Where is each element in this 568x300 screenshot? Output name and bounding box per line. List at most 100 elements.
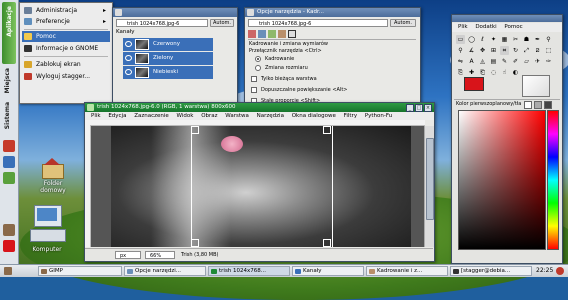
crop-tab-icon[interactable] [288, 30, 296, 38]
menu-edit[interactable]: Edycja [108, 112, 126, 120]
menu-filters[interactable]: Filtry [344, 112, 358, 120]
blur-icon[interactable]: ◌ [489, 68, 498, 77]
tab-icon[interactable] [248, 30, 256, 38]
places-label-wrap[interactable]: Miejsca [4, 68, 11, 93]
color-mode-icon[interactable] [544, 101, 552, 109]
image-selector[interactable]: trish 1024x768.jpg-6 [116, 19, 208, 27]
eraser-icon[interactable]: ▱ [522, 57, 531, 66]
crop-icon[interactable]: ⌗ [500, 46, 509, 55]
resize-mode-radio[interactable] [255, 65, 261, 71]
align-icon[interactable]: ⊞ [489, 46, 498, 55]
menu-image[interactable]: Obraz [201, 112, 217, 120]
menu-item-about-gnome[interactable]: Informacje o GNOME [22, 43, 110, 54]
task-terminal[interactable]: [stagger@debia... [450, 266, 532, 276]
rotate-icon[interactable]: ↻ [511, 46, 520, 55]
smudge-icon[interactable]: ☝ [500, 68, 509, 77]
crop-handle[interactable] [323, 126, 331, 134]
zoom-selector[interactable]: 66% [145, 251, 175, 259]
color-select-icon[interactable]: ▦ [500, 35, 509, 44]
auto-button[interactable]: Autom. [210, 19, 234, 27]
airbrush-icon[interactable]: ✈ [533, 57, 542, 66]
channel-row-red[interactable]: Czerwony [123, 38, 213, 51]
measure-icon[interactable]: ∡ [467, 46, 476, 55]
crop-rectangle[interactable] [191, 126, 333, 247]
current-layer-checkbox[interactable] [251, 76, 257, 82]
trash-icon[interactable] [556, 267, 564, 275]
menu-file[interactable]: Plik [458, 23, 468, 31]
ink-icon[interactable]: ✑ [544, 57, 553, 66]
text-icon[interactable]: A [467, 57, 476, 66]
clock[interactable]: 22:25 [536, 267, 553, 274]
clone-icon[interactable]: ⎘ [456, 68, 465, 77]
crop-handle[interactable] [191, 239, 199, 247]
color-picker-icon[interactable]: ⚲ [544, 35, 553, 44]
system-label-wrap[interactable]: Sistema [4, 102, 11, 129]
ellipse-select-icon[interactable]: ◯ [467, 35, 476, 44]
menu-help[interactable]: Pomoc [504, 23, 522, 31]
mail-launcher-icon[interactable] [3, 156, 15, 168]
menu-file[interactable]: Plik [91, 112, 101, 120]
show-desktop-icon[interactable] [3, 224, 15, 236]
color-mode-icon[interactable] [524, 101, 532, 109]
trash-icon[interactable] [3, 240, 15, 252]
minimize-icon[interactable]: _ [406, 104, 414, 112]
visibility-eye-icon[interactable] [125, 55, 132, 61]
channel-row-green[interactable]: Zielony [123, 52, 213, 65]
perspective-icon[interactable]: ⬚ [544, 46, 553, 55]
terminal-launcher-icon[interactable] [3, 172, 15, 184]
task-image[interactable]: trish 1024x768... [208, 266, 290, 276]
menu-view[interactable]: Widok [177, 112, 194, 120]
fuzzy-select-icon[interactable]: ✦ [489, 35, 498, 44]
heal-icon[interactable]: ✚ [467, 68, 476, 77]
task-channels[interactable]: Kanały [292, 266, 364, 276]
image-canvas[interactable] [91, 126, 424, 247]
blend-icon[interactable]: ▤ [489, 57, 498, 66]
tab-icon[interactable] [278, 30, 286, 38]
menu-layer[interactable]: Warstwa [225, 112, 249, 120]
auto-button[interactable]: Autom. [390, 19, 416, 27]
computer-icon[interactable] [30, 205, 66, 243]
crop-handle[interactable] [323, 239, 331, 247]
crop-mode-radio[interactable] [255, 56, 261, 62]
channel-row-blue[interactable]: Niebieski [123, 66, 213, 79]
free-select-icon[interactable]: ℓ [478, 35, 487, 44]
close-icon[interactable]: × [424, 104, 432, 112]
task-tool-options[interactable]: Opcje narzędzi... [124, 266, 206, 276]
menu-item-administration[interactable]: Administracja ▸ [22, 5, 110, 16]
tab-icon[interactable] [258, 30, 266, 38]
menu-item-help[interactable]: Pomoc [22, 31, 110, 42]
foreground-select-icon[interactable]: ☗ [522, 35, 531, 44]
paintbrush-icon[interactable]: ✐ [511, 57, 520, 66]
saturation-value-field[interactable] [458, 110, 546, 250]
rect-select-icon[interactable]: ▭ [456, 35, 465, 44]
channels-titlebar[interactable] [113, 8, 237, 17]
menu-dialogs[interactable]: Okna dialogowe [292, 112, 336, 120]
applications-menu-button[interactable]: Aplikacje [2, 2, 16, 64]
menu-python-fu[interactable]: Python-Fu [365, 112, 392, 120]
menu-item-lock-screen[interactable]: Zablokuj ekran [22, 59, 110, 70]
zoom-icon[interactable]: ⚲ [456, 46, 465, 55]
menu-item-logout[interactable]: Wyloguj stagger... [22, 71, 110, 82]
pencil-icon[interactable]: ✎ [500, 57, 509, 66]
paths-icon[interactable]: ✒ [533, 35, 542, 44]
brush-preview[interactable] [522, 75, 550, 97]
scrollbar-thumb[interactable] [426, 138, 434, 220]
home-folder-icon[interactable] [40, 158, 64, 179]
scale-icon[interactable]: ⤢ [522, 46, 531, 55]
move-icon[interactable]: ✥ [478, 46, 487, 55]
shear-icon[interactable]: ⧄ [533, 46, 542, 55]
menu-item-preferences[interactable]: Preferencje ▸ [22, 16, 110, 27]
window-menu-icon[interactable] [115, 9, 122, 16]
task-crop[interactable]: Kadrowanie i z... [366, 266, 448, 276]
vertical-scrollbar[interactable] [424, 126, 434, 247]
color-mode-icon[interactable] [534, 101, 542, 109]
image-titlebar[interactable]: trish 1024x768.jpg-6.0 (RGB, 1 warstwa) … [85, 103, 434, 112]
browser-launcher-icon[interactable] [3, 140, 15, 152]
allow-enlarge-checkbox[interactable] [251, 87, 257, 93]
menu-select[interactable]: Zaznaczenie [134, 112, 169, 120]
window-menu-icon[interactable] [87, 104, 94, 111]
dodge-burn-icon[interactable]: ◐ [511, 68, 520, 77]
tab-icon[interactable] [268, 30, 276, 38]
toolbox-titlebar[interactable] [452, 15, 562, 22]
maximize-icon[interactable]: □ [415, 104, 423, 112]
